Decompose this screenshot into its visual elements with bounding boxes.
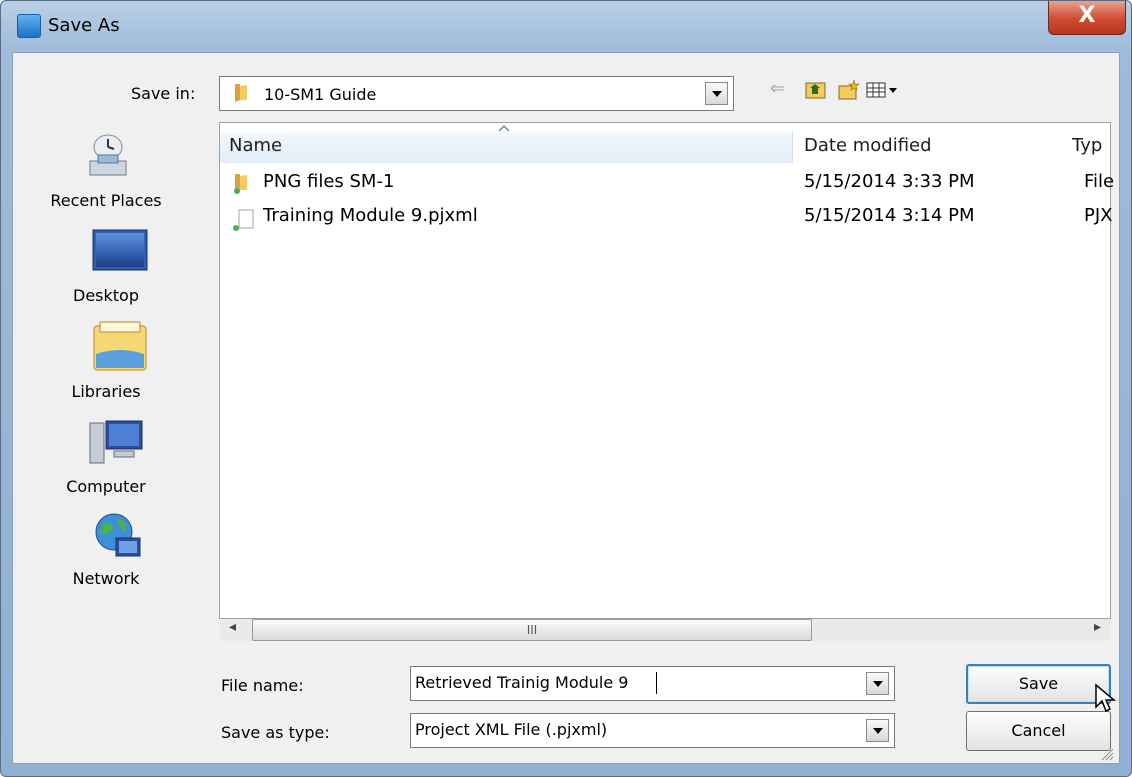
text-cursor: [656, 672, 657, 694]
file-name: Training Module 9.pjxml: [263, 205, 478, 226]
scrollbar-thumb[interactable]: III: [252, 619, 812, 641]
chevron-down-icon[interactable]: [866, 672, 889, 695]
file-name-label: File name:: [221, 676, 304, 695]
place-label: Desktop: [73, 286, 139, 305]
column-header-type[interactable]: Typ: [1072, 135, 1102, 156]
save-as-type-value: Project XML File (.pjxml): [415, 720, 608, 739]
chevron-down-icon[interactable]: [705, 82, 728, 105]
column-header-date[interactable]: Date modified: [804, 135, 932, 156]
back-icon[interactable]: ⇐: [770, 78, 785, 99]
view-menu-icon[interactable]: [866, 81, 900, 99]
file-type: PJX: [1084, 205, 1113, 226]
file-date: 5/15/2014 3:14 PM: [804, 205, 975, 226]
resize-grip-icon[interactable]: [1098, 745, 1114, 761]
sort-ascending-icon: [498, 124, 510, 132]
save-button[interactable]: Save: [966, 664, 1111, 704]
save-in-value: 10-SM1 Guide: [264, 85, 377, 104]
save-as-type-label: Save as type:: [221, 723, 330, 742]
place-label: Network: [72, 569, 140, 588]
column-header-name[interactable]: Name: [229, 135, 282, 156]
place-label: Libraries: [71, 382, 141, 401]
computer-icon: [89, 420, 143, 464]
network-icon: [95, 513, 141, 557]
place-computer[interactable]: Computer: [26, 417, 186, 502]
folder-icon: [235, 84, 247, 102]
app-icon: [17, 14, 41, 38]
scroll-right-icon[interactable]: ▸: [1094, 619, 1101, 635]
file-date: 5/15/2014 3:33 PM: [804, 171, 975, 192]
table-row[interactable]: Training Module 9.pjxml 5/15/2014 3:14 P…: [221, 202, 1113, 232]
libraries-icon: [93, 321, 147, 371]
place-label: Computer: [66, 477, 146, 496]
file-name-value: Retrieved Trainig Module 9: [415, 673, 629, 692]
table-row[interactable]: PNG files SM-1 5/15/2014 3:33 PM File: [221, 168, 1114, 198]
chevron-down-icon[interactable]: [866, 719, 889, 742]
place-libraries[interactable]: Libraries: [26, 320, 186, 405]
cancel-button[interactable]: Cancel: [966, 711, 1111, 751]
file-type: File: [1084, 171, 1115, 192]
file-icon: [233, 209, 254, 231]
window-title: Save As: [48, 15, 120, 36]
recent-places-icon: [89, 134, 127, 176]
folder-icon: [234, 174, 247, 194]
file-name: PNG files SM-1: [263, 171, 395, 192]
place-recent-places[interactable]: Recent Places: [26, 133, 186, 218]
place-desktop[interactable]: Desktop: [26, 228, 186, 313]
new-folder-icon[interactable]: [838, 79, 860, 101]
column-header-name-bg[interactable]: [220, 131, 793, 163]
up-folder-icon[interactable]: [805, 80, 827, 100]
scroll-left-icon[interactable]: ◂: [229, 619, 236, 635]
close-button[interactable]: X: [1048, 1, 1126, 35]
save-in-label: Save in:: [131, 84, 196, 103]
place-network[interactable]: Network: [26, 510, 186, 595]
mouse-pointer-icon: [1095, 683, 1117, 713]
desktop-icon: [92, 229, 148, 271]
place-label: Recent Places: [50, 191, 162, 210]
